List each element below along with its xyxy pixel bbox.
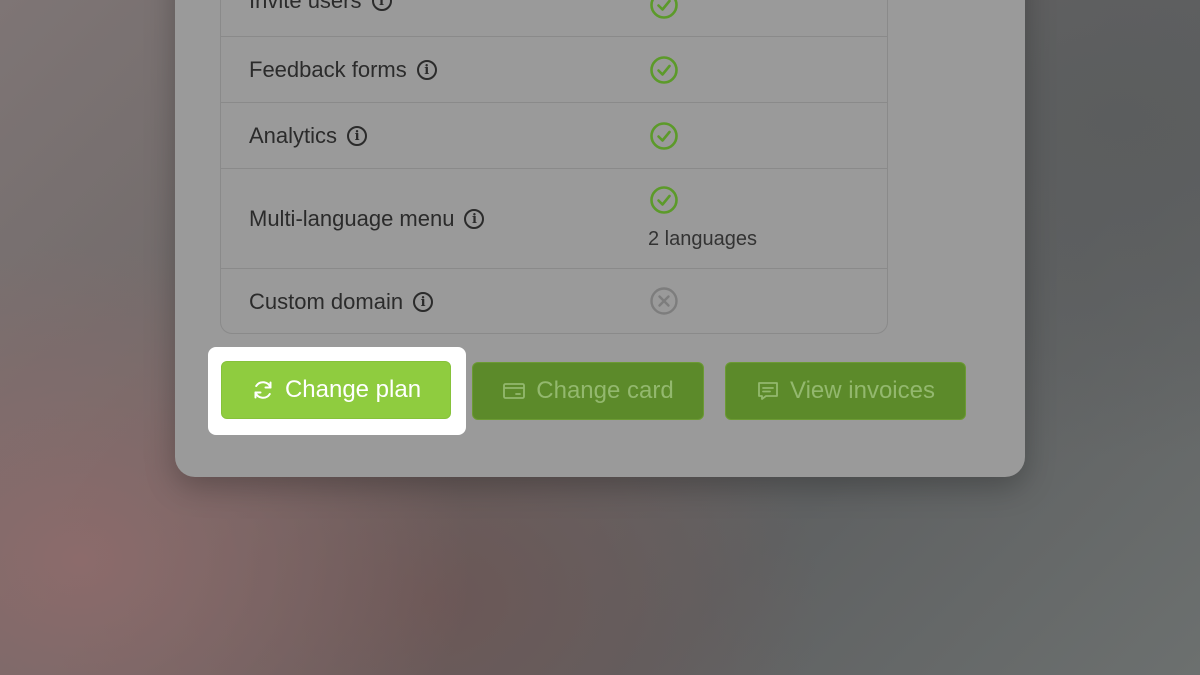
info-icon[interactable]: i (464, 209, 485, 229)
view-invoices-button[interactable]: View invoices (725, 362, 966, 420)
feature-label: Feedback forms (249, 57, 407, 82)
feature-row-invite-users: Invite users i (221, 0, 887, 36)
message-square-icon (758, 382, 778, 400)
info-icon[interactable]: i (371, 0, 392, 11)
check-circle-icon (650, 0, 678, 19)
feature-label: Analytics (249, 123, 338, 148)
change-plan-button[interactable]: Change plan (221, 361, 451, 419)
feature-label: Invite users (249, 0, 362, 13)
change-card-label: Change card (536, 377, 674, 404)
feature-row-custom-domain: Custom domain i (221, 268, 887, 333)
refresh-icon (254, 381, 272, 399)
feature-row-feedback-forms: Feedback forms i (221, 36, 887, 102)
feature-label: Multi-language menu (249, 206, 455, 231)
feature-row-analytics: Analytics i (221, 102, 887, 168)
check-circle-icon (650, 122, 678, 150)
info-icon[interactable]: i (347, 126, 368, 146)
info-icon[interactable]: i (416, 60, 437, 80)
credit-card-icon (503, 383, 526, 399)
change-plan-label: Change plan (284, 376, 422, 403)
feature-row-multi-language-menu: Multi-language menu i 2 languages (221, 168, 887, 268)
features-table: Invite users i Feedback forms i Analytic… (220, 0, 888, 334)
language-count: 2 languages (648, 228, 757, 250)
info-icon[interactable]: i (413, 292, 434, 312)
feature-label: Custom domain (249, 289, 404, 314)
change-card-button[interactable]: Change card (472, 362, 704, 420)
x-circle-icon (650, 287, 678, 315)
check-circle-icon (650, 56, 678, 84)
view-invoices-label: View invoices (790, 377, 935, 404)
check-circle-icon (650, 186, 678, 214)
